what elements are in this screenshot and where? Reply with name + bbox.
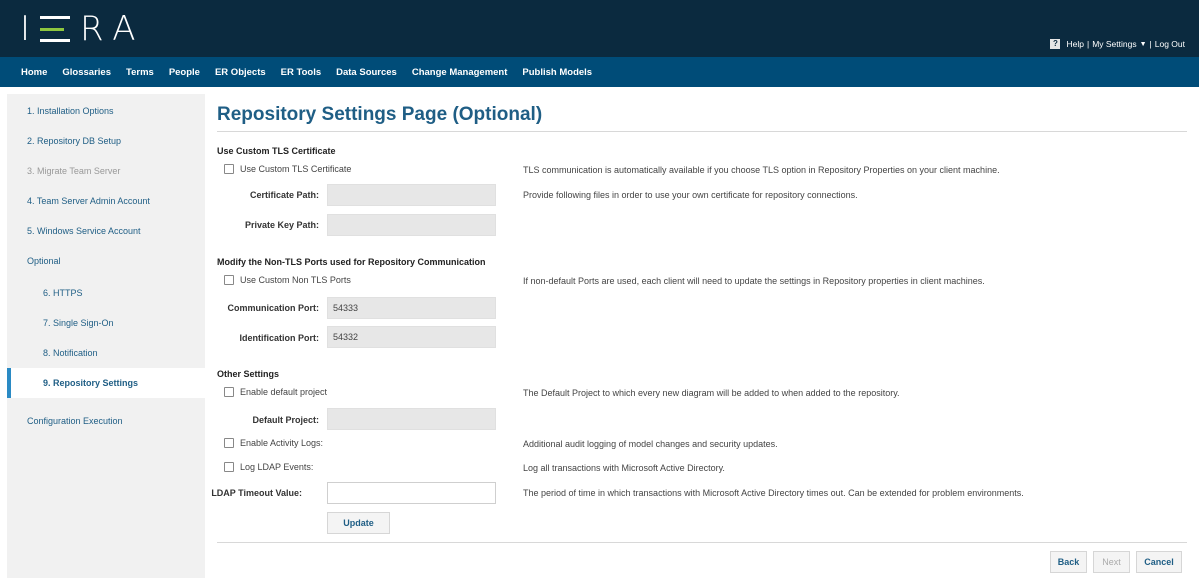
- next-button: Next: [1093, 551, 1130, 573]
- help-icon[interactable]: ?: [1050, 39, 1061, 49]
- identification-port-input[interactable]: [327, 326, 496, 348]
- update-button[interactable]: Update: [327, 512, 390, 534]
- sidebar-item-single-sign-on[interactable]: 7. Single Sign-On: [7, 308, 205, 338]
- wizard-sidebar: 1. Installation Options 2. Repository DB…: [7, 94, 205, 578]
- help-link[interactable]: Help: [1066, 39, 1083, 49]
- ports-section-heading: Modify the Non-TLS Ports used for Reposi…: [217, 257, 486, 267]
- top-header: I RA ? Help | My Settings ▼ | Log Out: [0, 0, 1199, 57]
- default-project-input[interactable]: [327, 408, 496, 430]
- checkbox-label: Use Custom TLS Certificate: [240, 164, 352, 174]
- page-title: Repository Settings Page (Optional): [217, 104, 543, 125]
- nav-people[interactable]: People: [169, 67, 200, 78]
- cancel-button[interactable]: Cancel: [1136, 551, 1182, 573]
- checkbox-label: Use Custom Non TLS Ports: [240, 275, 351, 285]
- checkbox-label: Log LDAP Events:: [240, 462, 314, 472]
- nav-home[interactable]: Home: [21, 67, 47, 78]
- tls-section-heading: Use Custom TLS Certificate: [217, 146, 336, 156]
- default-project-label: Default Project:: [252, 415, 319, 425]
- sidebar-item-optional[interactable]: Optional: [7, 246, 205, 276]
- tls-description: TLS communication is automatically avail…: [523, 165, 1000, 175]
- default-project-description: The Default Project to which every new d…: [523, 388, 900, 398]
- nav-change-management[interactable]: Change Management: [412, 67, 508, 78]
- log-ldap-events-checkbox[interactable]: Log LDAP Events:: [224, 462, 313, 472]
- chevron-down-icon[interactable]: ▼: [1140, 41, 1147, 48]
- sidebar-item-installation-options[interactable]: 1. Installation Options: [7, 96, 205, 126]
- enable-activity-logs-checkbox[interactable]: Enable Activity Logs:: [224, 438, 323, 448]
- ldap-timeout-description: The period of time in which transactions…: [523, 488, 1024, 498]
- footer-divider: [217, 542, 1187, 543]
- enable-default-project-checkbox[interactable]: Enable default project: [224, 387, 327, 397]
- checkbox-box[interactable]: [224, 164, 234, 174]
- activity-logs-description: Additional audit logging of model change…: [523, 439, 778, 449]
- checkbox-label: Enable Activity Logs:: [240, 438, 324, 448]
- checkbox-box[interactable]: [224, 387, 234, 397]
- ldap-timeout-input[interactable]: [327, 482, 496, 504]
- certificate-path-label: Certificate Path:: [249, 190, 319, 200]
- sidebar-item-migrate-team-server: 3. Migrate Team Server: [27, 166, 121, 176]
- link-separator: |: [1086, 39, 1090, 49]
- nav-er-objects[interactable]: ER Objects: [215, 67, 266, 78]
- identification-port-label: Identification Port:: [239, 333, 320, 343]
- use-custom-non-tls-ports-checkbox[interactable]: Use Custom Non TLS Ports: [224, 275, 351, 285]
- certificate-path-input[interactable]: [327, 184, 496, 206]
- sidebar-item-configuration-execution[interactable]: Configuration Execution: [7, 406, 205, 436]
- checkbox-label: Enable default project: [240, 387, 328, 397]
- idera-logo[interactable]: I RA: [20, 9, 146, 49]
- sidebar-item-https[interactable]: 6. HTTPS: [7, 278, 205, 308]
- private-key-path-input[interactable]: [327, 214, 496, 236]
- sidebar-item-windows-service-account[interactable]: 5. Windows Service Account: [7, 216, 205, 246]
- nav-data-sources[interactable]: Data Sources: [336, 67, 397, 78]
- link-separator: |: [1149, 39, 1152, 49]
- use-custom-tls-checkbox[interactable]: Use Custom TLS Certificate: [224, 164, 351, 174]
- private-key-path-label: Private Key Path:: [244, 220, 319, 230]
- sidebar-item-team-server-admin-account[interactable]: 4. Team Server Admin Account: [7, 186, 205, 216]
- nav-publish-models[interactable]: Publish Models: [522, 67, 592, 78]
- communication-port-input[interactable]: [327, 297, 496, 319]
- title-divider: [217, 131, 1187, 132]
- main-nav: Home Glossaries Terms People ER Objects …: [0, 57, 1199, 87]
- logo-e-glyph: [40, 16, 71, 42]
- ldap-events-description: Log all transactions with Microsoft Acti…: [523, 463, 725, 473]
- certificate-description: Provide following files in order to use …: [523, 190, 858, 200]
- logout-link[interactable]: Log Out: [1155, 39, 1185, 49]
- other-settings-heading: Other Settings: [217, 369, 280, 379]
- checkbox-box[interactable]: [224, 462, 234, 472]
- checkbox-box[interactable]: [224, 438, 234, 448]
- my-settings-link[interactable]: My Settings: [1092, 39, 1136, 49]
- nav-terms[interactable]: Terms: [126, 67, 154, 78]
- ldap-timeout-label: LDAP Timeout Value:: [211, 488, 302, 498]
- sidebar-item-repository-settings[interactable]: 9. Repository Settings: [7, 368, 205, 398]
- communication-port-label: Communication Port:: [227, 303, 320, 313]
- back-button[interactable]: Back: [1050, 551, 1087, 573]
- nav-glossaries[interactable]: Glossaries: [62, 67, 111, 78]
- sidebar-item-notification[interactable]: 8. Notification: [7, 338, 205, 368]
- ports-description: If non-default Ports are used, each clie…: [523, 276, 985, 286]
- checkbox-box[interactable]: [224, 275, 234, 285]
- user-links: ? Help | My Settings ▼ | Log Out: [1050, 39, 1185, 49]
- nav-er-tools[interactable]: ER Tools: [281, 67, 321, 78]
- sidebar-item-repository-db-setup[interactable]: 2. Repository DB Setup: [7, 126, 205, 156]
